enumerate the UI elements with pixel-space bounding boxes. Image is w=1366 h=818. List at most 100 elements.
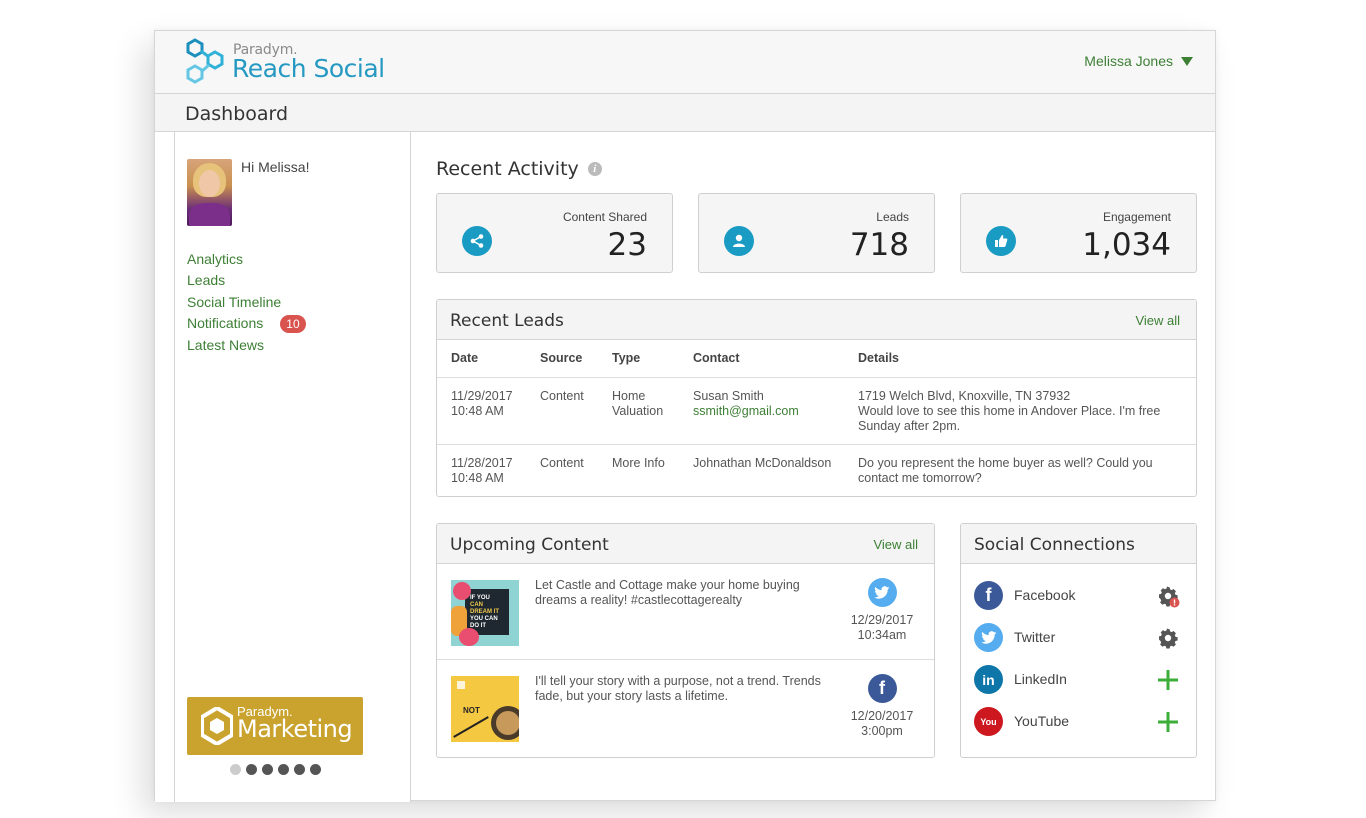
youtube-icon: You (974, 707, 1003, 736)
twitter-icon (867, 578, 897, 607)
facebook-icon: f (867, 674, 897, 703)
post-date: 12/20/2017 (850, 709, 914, 723)
table-row[interactable]: 11/28/2017 10:48 AM Content More Info Joh… (437, 444, 1196, 496)
sidebar-item-notifications[interactable]: Notifications 10 (187, 313, 306, 334)
stat-label: Leads (876, 210, 909, 224)
column-header-type[interactable]: Type (598, 340, 679, 378)
brand-name: Reach Social (232, 54, 385, 83)
upcoming-content-panel: Upcoming Content View all IF YOU CAN DRE… (436, 523, 935, 758)
thumbnail-caption: NOT (463, 706, 480, 715)
page-title: Dashboard (185, 103, 289, 125)
carousel-dot[interactable] (262, 764, 273, 775)
hexagon-logo-icon (186, 38, 224, 84)
social-connections-list: f Facebook Twitter in LinkedIn You YouTu… (961, 564, 1196, 742)
list-item[interactable]: IF YOU CAN DREAM IT YOU CAN DO IT Let Ca… (437, 564, 934, 660)
post-schedule: f 12/20/2017 3:00pm (842, 674, 922, 739)
cell-date: 11/29/2017 10:48 AM (437, 377, 526, 445)
left-gutter (155, 132, 175, 802)
upcoming-content-title: Upcoming Content (450, 535, 609, 555)
sidebar-item-leads[interactable]: Leads (187, 270, 306, 291)
stat-card-engagement[interactable]: Engagement 1,034 (960, 193, 1197, 273)
sidebar-nav: Analytics Leads Social Timeline Notifica… (187, 249, 306, 356)
social-network-name: LinkedIn (1014, 671, 1067, 687)
column-header-contact[interactable]: Contact (679, 340, 844, 378)
social-connections-panel: Social Connections f Facebook Twitter in… (960, 523, 1197, 758)
caret-down-icon (1181, 56, 1193, 66)
linkedin-icon: in (974, 665, 1003, 694)
notification-count-badge: 10 (280, 314, 306, 333)
upcoming-content-header: Upcoming Content View all (437, 524, 934, 564)
post-thumbnail[interactable]: IF YOU CAN DREAM IT YOU CAN DO IT (451, 580, 519, 646)
column-header-date[interactable]: Date (437, 340, 526, 378)
stat-card-leads[interactable]: Leads 718 (698, 193, 935, 273)
greeting-text: Hi Melissa! (241, 159, 310, 175)
stat-value: 23 (607, 227, 647, 263)
carousel-dot[interactable] (278, 764, 289, 775)
user-menu[interactable]: Melissa Jones (1084, 53, 1193, 69)
social-connections-header: Social Connections (961, 524, 1196, 564)
carousel-dot[interactable] (230, 764, 241, 775)
recent-leads-view-all-link[interactable]: View all (1135, 313, 1180, 328)
sidebar-item-label: Leads (187, 272, 226, 289)
cell-date: 11/28/2017 10:48 AM (437, 444, 526, 496)
sidebar-item-analytics[interactable]: Analytics (187, 249, 306, 270)
lead-address: 1719 Welch Blvd, Knoxville, TN 37932 (858, 388, 1071, 403)
lead-time: 10:48 AM (451, 470, 504, 485)
recent-activity-heading: Recent Activity i (436, 158, 602, 180)
social-connection-youtube: You YouTube (961, 700, 1196, 742)
marketing-promo-banner[interactable]: Paradym. Marketing (187, 697, 363, 755)
avatar[interactable] (187, 159, 232, 226)
share-icon (462, 226, 492, 256)
list-item[interactable]: NOT I'll tell your story with a purpose,… (437, 660, 934, 756)
table-row[interactable]: 11/29/2017 10:48 AM Content Home Valuation… (437, 377, 1196, 445)
social-connections-title: Social Connections (974, 535, 1135, 555)
cell-contact: Susan Smith ssmith@gmail.com (679, 377, 844, 445)
thumbnail-line: IF YOU (470, 595, 490, 601)
lead-type-cont: Valuation (612, 403, 664, 418)
social-connection-facebook: f Facebook (961, 574, 1196, 616)
stat-value: 718 (849, 227, 909, 263)
cell-type: More Info (612, 455, 665, 470)
settings-gear-icon[interactable] (1156, 626, 1180, 650)
sidebar-item-social-timeline[interactable]: Social Timeline (187, 292, 306, 313)
social-network-name: Facebook (1014, 587, 1076, 603)
thumbnail-caption: IF YOU CAN DREAM IT YOU CAN DO IT (470, 595, 499, 630)
settings-gear-alert-icon[interactable] (1156, 584, 1180, 608)
carousel-dot[interactable] (246, 764, 257, 775)
info-icon[interactable]: i (587, 162, 602, 176)
cell-contact: Johnathan McDonaldson (693, 455, 832, 470)
thumbnail-line: DREAM IT (470, 609, 499, 615)
thumbs-up-icon (986, 226, 1016, 256)
promo-big-text: Marketing (237, 715, 353, 743)
user-name: Melissa Jones (1084, 53, 1173, 69)
title-bar: Dashboard (155, 94, 1215, 132)
upcoming-content-view-all-link[interactable]: View all (873, 537, 918, 552)
carousel-dot[interactable] (310, 764, 321, 775)
twitter-icon (974, 623, 1003, 652)
stat-label: Content Shared (562, 210, 647, 224)
social-connection-linkedin: in LinkedIn (961, 658, 1196, 700)
thumbnail-line: DO IT (470, 623, 486, 629)
thumbnail-line: CAN (470, 602, 483, 608)
carousel-dot[interactable] (294, 764, 305, 775)
lead-date: 11/29/2017 (451, 388, 513, 403)
column-header-source[interactable]: Source (526, 340, 598, 378)
contact-email-link[interactable]: ssmith@gmail.com (693, 404, 799, 418)
app-window: Paradym. Reach Social Melissa Jones Dash… (154, 30, 1216, 802)
recent-activity-title: Recent Activity (436, 158, 579, 180)
carousel-dots (230, 764, 321, 775)
column-header-details[interactable]: Details (844, 340, 1196, 378)
lead-date: 11/28/2017 (451, 455, 513, 470)
post-thumbnail[interactable]: NOT (451, 676, 519, 742)
post-text: I'll tell your story with a purpose, not… (535, 674, 821, 703)
post-time: 3:00pm (861, 724, 903, 738)
add-plus-icon[interactable] (1156, 710, 1180, 734)
stat-card-content-shared[interactable]: Content Shared 23 (436, 193, 673, 273)
add-plus-icon[interactable] (1156, 668, 1180, 692)
facebook-icon: f (974, 581, 1003, 610)
app-logo[interactable]: Paradym. Reach Social (185, 37, 385, 87)
main-content: Recent Activity i Content Shared 23 Lead… (411, 132, 1216, 802)
marketing-logo-icon (201, 707, 233, 745)
lead-time: 10:48 AM (451, 403, 504, 418)
sidebar-item-latest-news[interactable]: Latest News (187, 335, 306, 356)
